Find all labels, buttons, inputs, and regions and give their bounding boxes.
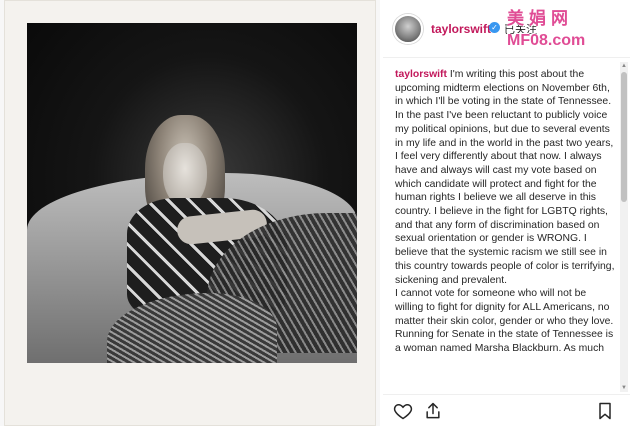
post-side-panel: taylorswift ✓ 已关注 美娟网 MF08.com taylorswi… xyxy=(383,0,630,426)
header-username[interactable]: taylorswift xyxy=(431,22,491,36)
polaroid-frame xyxy=(4,0,376,426)
post-header: taylorswift ✓ 已关注 美娟网 MF08.com xyxy=(383,0,630,58)
caption-text-continued: I cannot vote for someone who will not b… xyxy=(395,288,614,355)
scroll-down-arrow-icon[interactable]: ▼ xyxy=(620,384,628,392)
heart-icon[interactable] xyxy=(393,401,413,421)
caption-container: taylorswift I'm writing this post about … xyxy=(383,58,630,394)
post-photo-pane xyxy=(0,0,380,426)
share-icon[interactable] xyxy=(423,401,443,421)
post-caption: taylorswift I'm writing this post about … xyxy=(395,68,617,356)
bookmark-icon[interactable] xyxy=(595,401,615,421)
post-photo[interactable] xyxy=(27,23,357,363)
verified-badge-icon: ✓ xyxy=(489,22,500,33)
caption-text: I'm writing this post about the upcoming… xyxy=(395,69,615,286)
watermark-url: MF08.com xyxy=(507,32,586,49)
post-actions xyxy=(383,394,630,426)
scroll-up-arrow-icon[interactable]: ▲ xyxy=(620,62,628,70)
scrollbar-thumb[interactable] xyxy=(621,72,627,202)
watermark-text: 美娟网 xyxy=(507,9,573,29)
avatar[interactable] xyxy=(393,14,423,44)
caption-username[interactable]: taylorswift xyxy=(395,69,447,80)
